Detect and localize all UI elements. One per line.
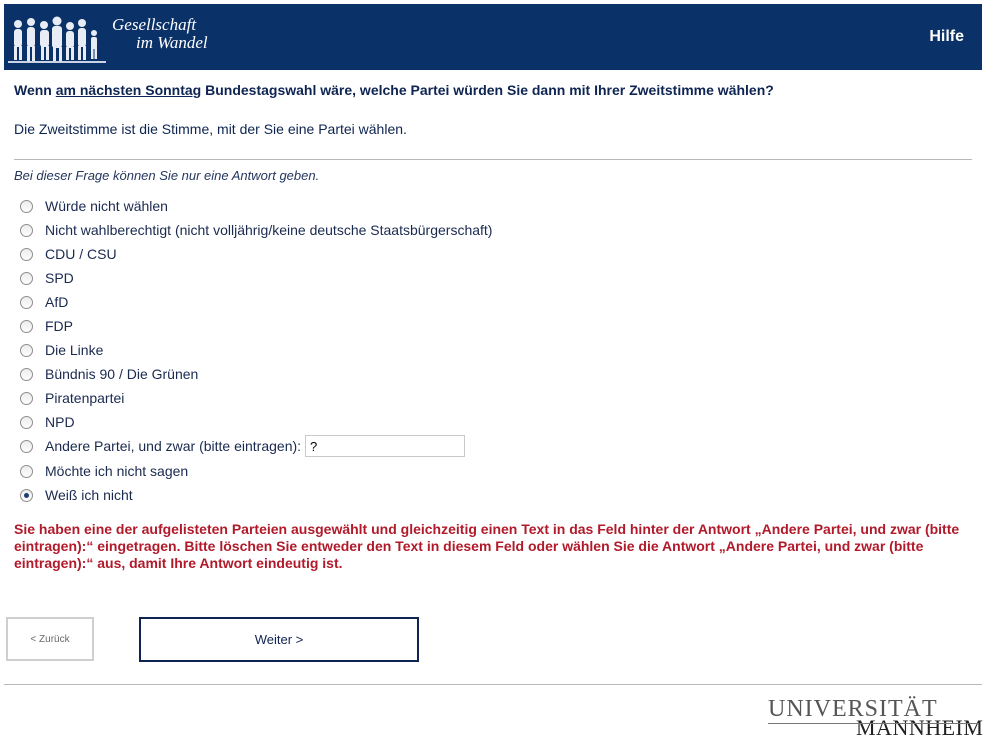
option-fdp[interactable]: FDP [18,316,73,336]
option-label: FDP [45,318,73,334]
logo-rule [768,723,978,724]
option-label: Weiß ich nicht [45,487,133,503]
option-label: NPD [45,414,75,430]
people-silhouette-icon [8,16,106,63]
option-andere-partei[interactable]: Andere Partei, und zwar (bitte eintragen… [18,434,466,458]
option-gruene[interactable]: Bündnis 90 / Die Grünen [18,364,198,384]
header-bar: Gesellschaft im Wandel Hilfe [4,4,982,70]
question-underlined: am nächsten Sonntag [55,82,202,98]
option-moechte-nicht-sagen[interactable]: Möchte ich nicht sagen [18,461,188,481]
radio-button[interactable] [20,367,33,381]
divider [14,159,972,160]
radio-button[interactable] [20,295,33,309]
back-button[interactable]: < Zurück [6,617,94,661]
option-label: Piratenpartei [45,390,125,406]
radio-button[interactable] [20,199,33,213]
radio-button[interactable] [20,319,33,333]
option-label: AfD [45,294,69,310]
option-spd[interactable]: SPD [18,268,74,288]
logo-line-1: Gesellschaft [112,15,197,34]
question-text: Wenn am nächsten Sonntag Bundestagswahl … [14,82,974,98]
option-label: SPD [45,270,74,286]
question-part-1: Wenn [14,82,56,98]
option-weiss-nicht[interactable]: Weiß ich nicht [18,485,133,505]
option-label: CDU / CSU [45,246,117,262]
footer-divider [4,684,982,685]
question-part-2: Bundestagswahl wäre, welche Partei würde… [201,82,774,98]
radio-button[interactable] [20,391,33,405]
radio-button[interactable] [20,464,33,478]
other-party-input[interactable] [305,435,466,457]
option-label: Andere Partei, und zwar (bitte eintragen… [45,438,302,454]
radio-button[interactable] [20,247,33,261]
logo-text: Gesellschaft im Wandel [112,16,208,52]
help-link[interactable]: Hilfe [929,28,964,46]
option-label: Die Linke [45,342,104,358]
option-label: Nicht wahlberechtigt (nicht volljährig/k… [45,222,493,238]
radio-button[interactable] [20,415,33,429]
option-cdu-csu[interactable]: CDU / CSU [18,244,117,264]
instruction-text: Bei dieser Frage können Sie nur eine Ant… [14,168,320,183]
next-button[interactable]: Weiter > [139,617,419,662]
logo: Gesellschaft im Wandel [4,4,244,70]
option-piratenpartei[interactable]: Piratenpartei [18,388,124,408]
explanation-text: Die Zweitstimme ist die Stimme, mit der … [14,121,407,137]
radio-button[interactable] [20,439,33,453]
radio-button[interactable] [20,271,33,285]
option-wuerde-nicht-waehlen[interactable]: Würde nicht wählen [18,196,168,216]
option-afd[interactable]: AfD [18,292,68,312]
option-nicht-wahlberechtigt[interactable]: Nicht wahlberechtigt (nicht volljährig/k… [18,220,492,240]
radio-button[interactable] [20,343,33,357]
option-label: Würde nicht wählen [45,198,168,214]
option-label: Möchte ich nicht sagen [45,463,189,479]
university-logo: UNIVERSITÄT MANNHEIM [768,697,983,739]
option-label: Bündnis 90 / Die Grünen [45,366,199,382]
error-message: Sie haben eine der aufgelisteten Parteie… [14,521,960,571]
radio-button[interactable] [20,223,33,237]
option-npd[interactable]: NPD [18,412,75,432]
logo-line-2: im Wandel [136,33,208,52]
option-die-linke[interactable]: Die Linke [18,340,103,360]
radio-button-checked[interactable] [20,488,33,502]
